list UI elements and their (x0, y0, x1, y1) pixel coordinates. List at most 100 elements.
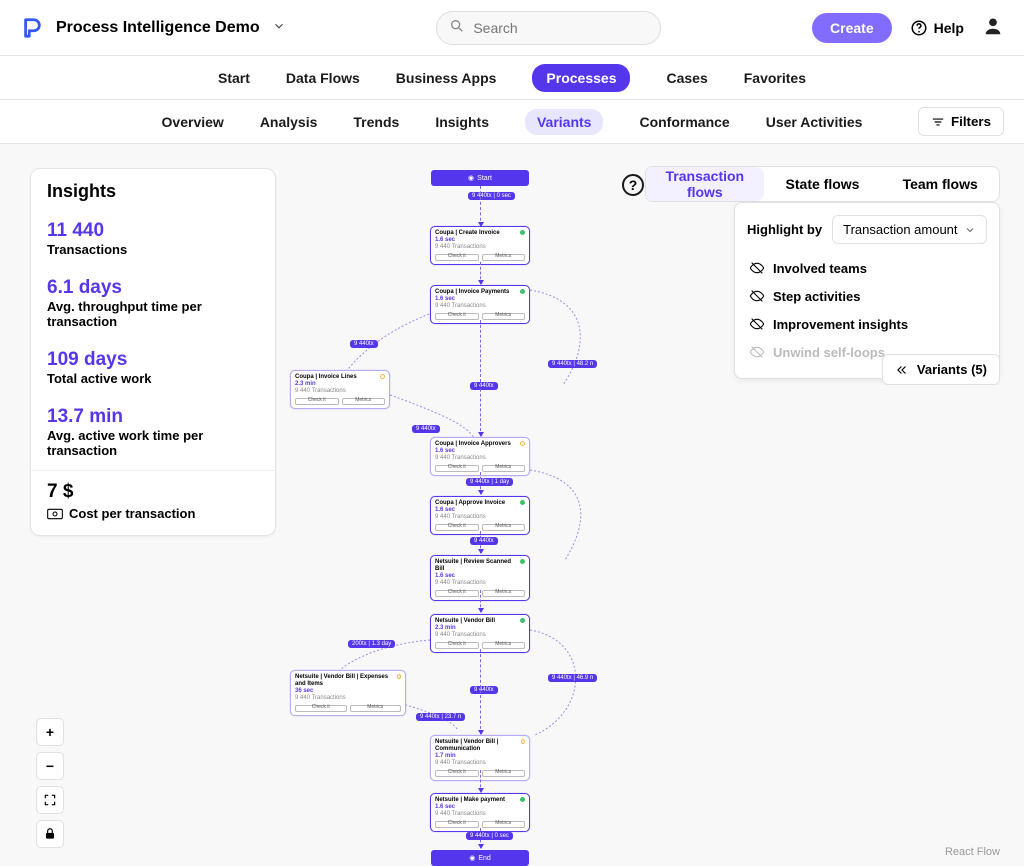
edge-label: 9 440tx | 46.9 n (548, 674, 597, 682)
chip-metrics[interactable]: Metrics (482, 821, 526, 828)
user-avatar[interactable] (982, 15, 1004, 40)
chip-check[interactable]: Check it (435, 642, 479, 649)
option-involved-teams[interactable]: Involved teams (747, 254, 987, 282)
canvas[interactable]: Insights 11 440 Transactions 6.1 days Av… (0, 144, 1024, 866)
chip-check[interactable]: Check it (435, 313, 479, 320)
chevron-down-icon (964, 224, 976, 236)
search-input[interactable] (473, 20, 648, 36)
node-invoice-payments[interactable]: Coupa | Invoice Payments 1.6 sec 9 440 T… (430, 285, 530, 324)
node-make-payment[interactable]: Netsuite | Make payment 1.6 sec 9 440 Tr… (430, 793, 530, 832)
node-title: Coupa | Create Invoice (435, 230, 500, 237)
node-title: Coupa | Invoice Lines (295, 374, 357, 381)
chip-metrics[interactable]: Metrics (350, 705, 402, 712)
tab-favorites[interactable]: Favorites (744, 70, 806, 86)
flowtab-team[interactable]: Team flows (881, 167, 999, 201)
chip-check[interactable]: Check it (435, 590, 479, 597)
node-time: 1.6 sec (435, 573, 525, 580)
chip-metrics[interactable]: Metrics (482, 313, 526, 320)
eye-off-icon (749, 316, 765, 332)
subtab-trends[interactable]: Trends (353, 114, 399, 130)
start-node[interactable]: ◉ Start (431, 170, 529, 186)
node-expenses-items[interactable]: Netsuite | Vendor Bill | Expenses and It… (290, 670, 406, 716)
tab-start[interactable]: Start (218, 70, 250, 86)
highlight-select[interactable]: Transaction amount (832, 215, 987, 244)
node-time: 1.7 min (435, 753, 525, 760)
tab-cases[interactable]: Cases (666, 70, 707, 86)
node-tx: 9 440 Transactions (435, 244, 525, 251)
option-step-activities[interactable]: Step activities (747, 282, 987, 310)
subtab-user-activities[interactable]: User Activities (766, 114, 863, 130)
chip-check[interactable]: Check it (435, 524, 479, 531)
node-invoice-approvers[interactable]: Coupa | Invoice Approvers 1.6 sec 9 440 … (430, 437, 530, 476)
help-icon (910, 19, 928, 37)
subtab-analysis[interactable]: Analysis (260, 114, 318, 130)
primary-tabs: Start Data Flows Business Apps Processes… (0, 56, 1024, 100)
chip-check[interactable]: Check it (435, 770, 479, 777)
node-title: Coupa | Approve Invoice (435, 500, 505, 507)
node-tx: 9 440 Transactions (435, 811, 525, 818)
metric-totalwork-value: 109 days (47, 349, 259, 371)
subtab-overview[interactable]: Overview (162, 114, 224, 130)
zoom-in-button[interactable]: + (36, 718, 64, 746)
attribution: React Flow (945, 846, 1000, 858)
node-time: 2.3 min (295, 381, 385, 388)
node-tx: 9 440 Transactions (435, 632, 525, 639)
chip-check[interactable]: Check it (295, 705, 347, 712)
node-tx: 9 440 Transactions (435, 514, 525, 521)
node-approve-invoice[interactable]: Coupa | Approve Invoice 1.6 sec 9 440 Tr… (430, 496, 530, 535)
node-invoice-lines[interactable]: Coupa | Invoice Lines 2.3 min 9 440 Tran… (290, 370, 390, 409)
subtab-insights[interactable]: Insights (435, 114, 489, 130)
tab-processes[interactable]: Processes (532, 64, 630, 92)
workspace-name[interactable]: Process Intelligence Demo (56, 19, 260, 37)
edge-label: 9 440tx | 0 sec (466, 832, 513, 840)
end-node[interactable]: ◉ End (431, 850, 529, 866)
flowtab-state[interactable]: State flows (764, 167, 882, 201)
filters-button[interactable]: Filters (918, 107, 1004, 136)
node-create-invoice[interactable]: Coupa | Create Invoice 1.6 sec 9 440 Tra… (430, 226, 530, 265)
node-title: Coupa | Invoice Payments (435, 289, 509, 296)
node-tx: 9 440 Transactions (435, 455, 525, 462)
eye-off-icon (749, 344, 765, 360)
variants-label: Variants (5) (917, 362, 987, 377)
node-tx: 9 440 Transactions (435, 760, 525, 767)
help-button[interactable]: Help (910, 19, 964, 37)
chip-metrics[interactable]: Metrics (482, 524, 526, 531)
node-title: Netsuite | Vendor Bill | Communication (435, 739, 521, 753)
chip-metrics[interactable]: Metrics (482, 590, 526, 597)
node-time: 2.3 min (435, 625, 525, 632)
topbar: Process Intelligence Demo Create Help (0, 0, 1024, 56)
chip-check[interactable]: Check it (435, 254, 479, 261)
filters-icon (931, 115, 945, 129)
zoom-out-button[interactable]: − (36, 752, 64, 780)
node-time: 36 sec (295, 688, 401, 695)
node-time: 1.6 sec (435, 237, 525, 244)
search-icon (449, 18, 465, 37)
chip-check[interactable]: Check it (295, 398, 339, 405)
end-label: End (478, 855, 490, 862)
lock-button[interactable] (36, 820, 64, 848)
chip-metrics[interactable]: Metrics (342, 398, 386, 405)
create-button[interactable]: Create (812, 13, 892, 43)
node-time: 1.6 sec (435, 804, 525, 811)
tab-business-apps[interactable]: Business Apps (396, 70, 497, 86)
flow-diagram[interactable]: ◉ Start 9 440tx | 0 sec Coupa | Create I… (290, 170, 700, 850)
subtab-conformance[interactable]: Conformance (639, 114, 729, 130)
fit-view-button[interactable] (36, 786, 64, 814)
chip-check[interactable]: Check it (435, 465, 479, 472)
node-vendor-bill[interactable]: Netsuite | Vendor Bill 2.3 min 9 440 Tra… (430, 614, 530, 653)
chip-metrics[interactable]: Metrics (482, 770, 526, 777)
metric-cost-value: 7 $ (47, 481, 259, 503)
zoom-controls: + − (36, 718, 64, 848)
variants-button[interactable]: Variants (5) (882, 354, 1000, 385)
node-title: Netsuite | Make payment (435, 797, 505, 804)
chip-metrics[interactable]: Metrics (482, 465, 526, 472)
chip-check[interactable]: Check it (435, 821, 479, 828)
subtab-variants[interactable]: Variants (525, 109, 603, 135)
chevron-down-icon[interactable] (272, 19, 286, 36)
tab-data-flows[interactable]: Data Flows (286, 70, 360, 86)
chip-metrics[interactable]: Metrics (482, 642, 526, 649)
option-improvement-insights[interactable]: Improvement insights (747, 310, 987, 338)
edge-label: 9 440tx (470, 537, 498, 545)
chip-metrics[interactable]: Metrics (482, 254, 526, 261)
search-input-wrap[interactable] (436, 11, 661, 45)
